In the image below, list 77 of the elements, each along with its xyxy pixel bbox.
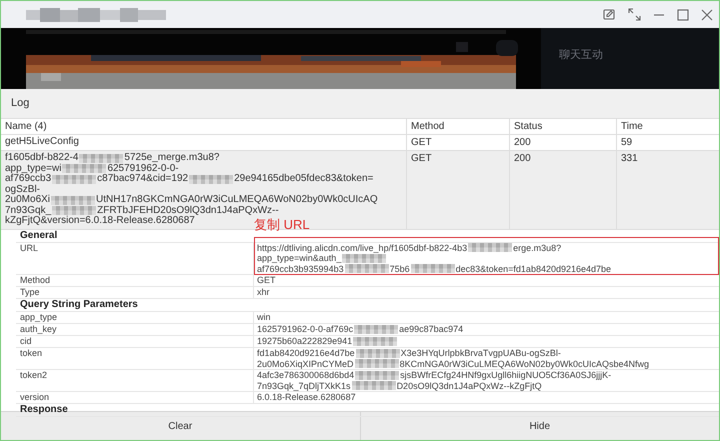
value-text: 29e94165dbe05fdec83&token= [234,174,374,184]
value-text: f1605dbf-b822-4 [5,153,78,164]
value-text: D20sO9lQ3dn1J4aPQxWz--kZgFjtQ [396,380,542,391]
value-text: 6.0.18-Release.6280687 [257,392,356,402]
maximize-icon[interactable] [677,8,689,20]
value-text: 75b6 [390,264,410,274]
expand-icon[interactable] [628,8,641,21]
value-text: app_type=win&auth_ [257,253,342,264]
value-text: dec83&token=fd1ab8420d9216e4d7be [456,264,612,274]
value-text: ZFRTbJFEHD20sO9lQ3dn1J4aPQxWz-- [97,206,279,216]
blur-mosaic [52,174,96,184]
column-header[interactable]: Name (4) [1,119,406,134]
value-text: win [257,312,271,322]
annotation-text: 复制 URL [254,218,310,232]
value-text: ogSzBl- [5,184,40,194]
value-text: xhr [257,287,270,298]
blur-mosaic [79,154,124,163]
section-heading: General [20,230,58,240]
table-cell: 331 [621,153,638,164]
field-label: auth_key [20,324,57,334]
close-icon[interactable] [701,8,713,20]
blur-mosaic [52,206,96,216]
value-text: c87bac974&cid=192 [97,174,188,184]
value-text: 4afc3e786300068d6bd4 [257,370,354,380]
log-title: Log [11,96,30,112]
field-label: token [20,348,42,358]
note-icon[interactable] [603,8,616,21]
value-text: getH5LiveConfig [5,137,79,148]
value-text: GET [257,275,276,286]
panel-title: 聊天互动 [559,49,603,61]
field-label: app_type [20,312,58,322]
section-heading: Response [20,405,68,415]
blur-mosaic [51,196,96,205]
table-row[interactable] [1,151,719,230]
value-text: 8KCmNGA0rW3iCuLMEQA6WoN02by0Wk0cUIcAQsbe4Nfwg [400,358,649,369]
section-heading: Query String Parameters [20,300,138,310]
field-label: version [20,392,50,402]
table-cell: 200 [514,153,531,164]
value-text: app_type=wi [5,164,62,174]
field-label: cid [20,336,32,346]
blur-mosaic [189,174,234,184]
field-label: Method [20,275,50,285]
value-text: https://dtliving.alicdn.com/live_hp/f1605dbf-b822-4b3 [257,242,468,253]
value-text: 2u0Mo6XiqXIPnCYMeD [257,358,354,369]
field-label: URL [20,242,38,252]
column-header[interactable]: Method [406,119,509,134]
hide-button[interactable]: Hide [360,412,719,440]
value-text: 625791962-0-0- [107,164,179,174]
blur-mosaic [410,264,455,274]
value-text: erge.m3u8? [513,242,562,253]
value-text: 7n93Gqk_7qDljTXkK1s [257,380,351,391]
value-text: kZgFjtQ&version=6.0.18-Release.6280687 [5,216,195,226]
blur-mosaic [344,264,389,274]
clear-button[interactable]: Clear [1,412,360,440]
value-text: 1625791962-0-0-af769c [257,324,354,334]
value-text: af769ccb3b935994b3 [257,264,344,274]
value-text: sjsBWfrECfg24HNf9gxUgll6hiigNUO5Cf36A0SJ6jjjK- [400,370,612,380]
field-label: token2 [20,370,48,380]
table-row[interactable]: getH5LiveConfig GET 200 59 [1,135,719,151]
value-text: 5725e_merge.m3u8? [124,153,220,164]
value-text: 7n93Gqk_ [5,206,52,216]
blur-mosaic [62,164,106,174]
value-text: ae99c87bac974 [399,324,464,334]
value-text: 2u0Mo6Xi [5,195,50,206]
value-text: UtNH17n8GKCmNGA0rW3iCuLMEQA6WoN02by0Wk0cUIcAQ [96,195,378,206]
table-cell: GET [411,137,432,148]
value-text: 19275b60a222829e941 [257,336,352,346]
value-text: fd1ab8420d9216e4d7be [257,348,355,358]
table-cell: GET [411,153,432,164]
blur-mosaic [342,254,386,263]
column-header[interactable]: Time [616,119,719,134]
field-label: Type [20,287,40,297]
value-text: X3e3HYqUrlpbkBrvaTvgpUABu-ogSzBl- [400,348,561,358]
value-text: af769ccb3 [5,174,52,184]
table-cell: 200 [514,137,531,148]
table-cell: 59 [621,137,632,148]
column-header[interactable]: Status [509,119,616,134]
